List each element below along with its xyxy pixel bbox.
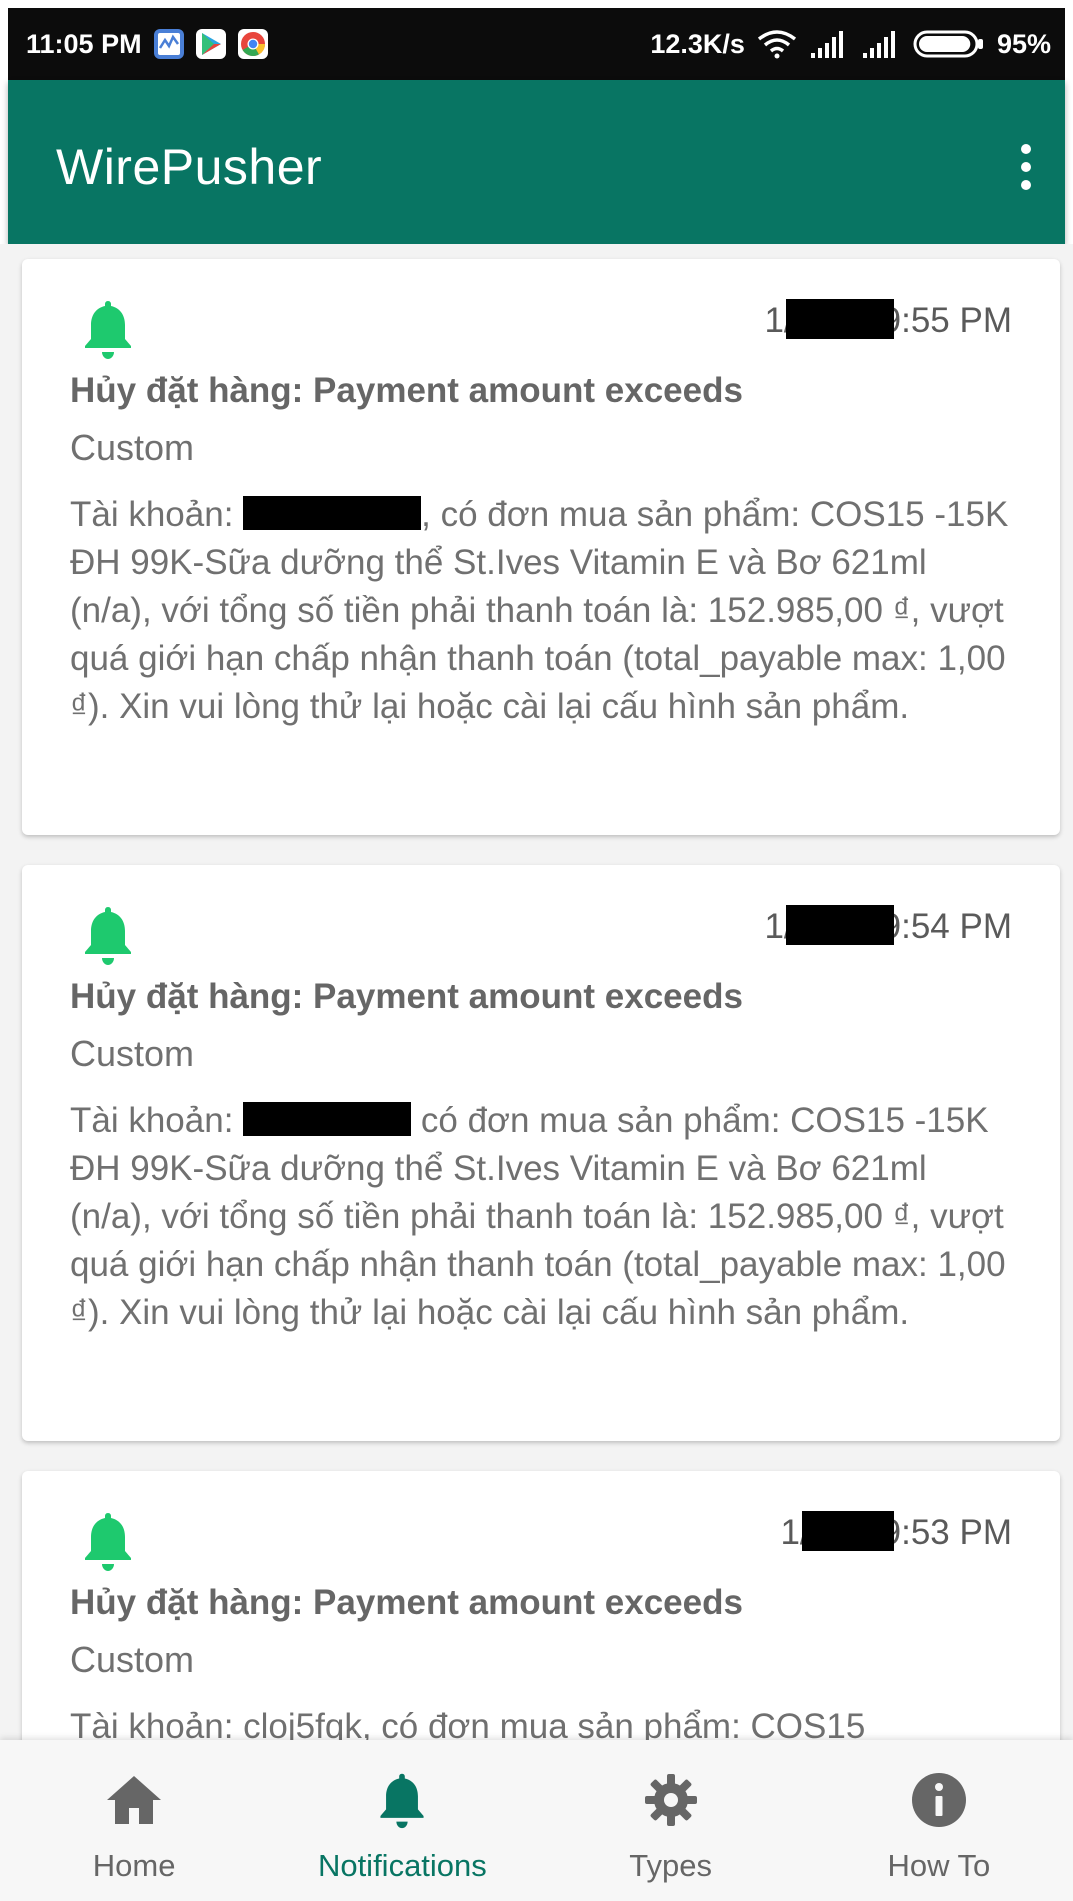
notification-card[interactable]: 1/9:55 PM Hủy đặt hàng: Payment amount e… xyxy=(22,259,1060,835)
notification-time-text: 9:54 PM xyxy=(881,907,1012,946)
bottom-navigation: Home Notifications Types How To xyxy=(0,1740,1073,1901)
notification-message: Tài khoản: cloj5fqk, có đơn mua sản phẩm… xyxy=(70,1703,1012,1740)
notification-time-text: 9:53 PM xyxy=(881,1513,1012,1552)
message-part: Tài khoản: cloj5fqk, có đơn mua sản phẩm… xyxy=(70,1707,866,1740)
notification-card[interactable]: 1/9:53 PM Hủy đặt hàng: Payment amount e… xyxy=(22,1471,1060,1740)
redaction-bar xyxy=(243,496,422,530)
notification-type: Custom xyxy=(70,427,195,468)
redaction-bar xyxy=(786,905,895,945)
message-part: Tài khoản: xyxy=(70,1101,244,1140)
network-speed: 12.3K/s xyxy=(650,28,745,59)
status-time: 11:05 PM xyxy=(26,28,142,59)
nav-notifications[interactable]: Notifications xyxy=(268,1740,536,1901)
menu-dot xyxy=(1021,180,1031,190)
notification-title: Hủy đặt hàng: Payment amount exceeds xyxy=(70,1583,743,1622)
status-left: 11:05 PM xyxy=(26,29,268,60)
nav-label-how-to: How To xyxy=(887,1848,991,1883)
status-bar: 11:05 PM 12.3K/s 95% xyxy=(8,8,1065,80)
nav-home[interactable]: Home xyxy=(0,1740,268,1901)
message-part: Tài khoản: xyxy=(70,495,244,534)
wifi-icon xyxy=(757,29,797,59)
battery-percent: 95% xyxy=(996,28,1051,59)
notification-time: 1/9:54 PM xyxy=(764,905,1012,947)
play-store-icon xyxy=(195,29,226,59)
app-bar: WirePusher xyxy=(8,80,1065,244)
app-title: WirePusher xyxy=(56,139,323,195)
gear-icon xyxy=(644,1774,697,1826)
chrome-icon xyxy=(237,29,268,59)
menu-dot xyxy=(1021,162,1031,172)
nav-label-notifications: Notifications xyxy=(317,1848,487,1883)
bell-icon xyxy=(380,1773,424,1829)
notification-time-text: 9:55 PM xyxy=(881,301,1012,340)
nav-label-types: Types xyxy=(629,1848,712,1883)
nav-types[interactable]: Types xyxy=(537,1740,805,1901)
nav-how-to[interactable]: How To xyxy=(805,1740,1073,1901)
redaction-bar xyxy=(243,1102,412,1136)
notifications-list[interactable]: 1/9:55 PM Hủy đặt hàng: Payment amount e… xyxy=(0,244,1073,1740)
notification-message: Tài khoản: , có đơn mua sản phẩm: COS15 … xyxy=(70,491,1012,731)
more-vert-icon[interactable] xyxy=(1009,132,1043,202)
notification-message: Tài khoản: có đơn mua sản phẩm: COS15 -1… xyxy=(70,1097,1012,1337)
home-icon xyxy=(107,1776,162,1824)
battery-icon xyxy=(913,29,985,59)
bell-icon xyxy=(85,1513,131,1571)
notification-type: Custom xyxy=(70,1033,195,1074)
notification-time: 1/9:53 PM xyxy=(780,1511,1012,1553)
activity-icon xyxy=(153,29,184,59)
status-right: 12.3K/s 95% xyxy=(650,29,1051,60)
signal-icon xyxy=(861,29,901,59)
signal-icon xyxy=(809,29,849,59)
info-icon xyxy=(911,1773,966,1827)
menu-dot xyxy=(1021,144,1031,154)
bell-icon xyxy=(85,907,131,965)
nav-label-home: Home xyxy=(92,1848,176,1883)
redaction-bar xyxy=(786,299,895,339)
notification-title: Hủy đặt hàng: Payment amount exceeds xyxy=(70,371,743,410)
bell-icon xyxy=(85,301,131,359)
notification-card[interactable]: 1/9:54 PM Hủy đặt hàng: Payment amount e… xyxy=(22,865,1060,1441)
redaction-bar xyxy=(802,1511,895,1551)
notification-type: Custom xyxy=(70,1639,195,1680)
notification-time: 1/9:55 PM xyxy=(764,299,1012,341)
notification-title: Hủy đặt hàng: Payment amount exceeds xyxy=(70,977,743,1016)
